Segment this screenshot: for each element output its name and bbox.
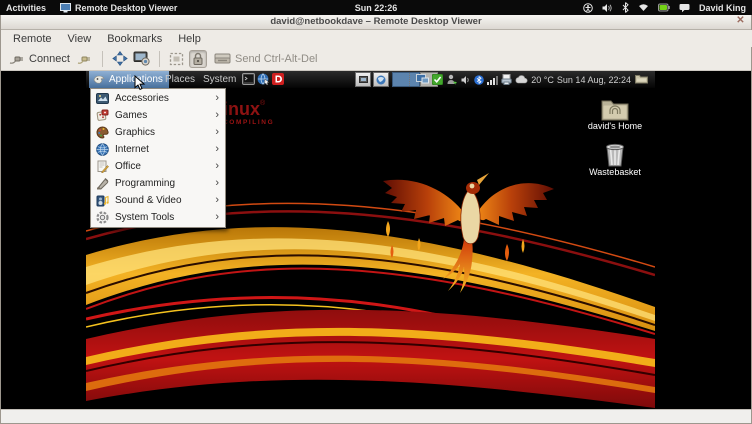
system-tools-icon <box>96 211 109 224</box>
window-toolbar: Connect Send Ctrl-Alt-Del <box>1 47 751 71</box>
updates-ok-icon[interactable] <box>432 74 443 85</box>
window-menubar: Remote View Bookmarks Help <box>1 30 752 47</box>
activities-button[interactable]: Activities <box>2 0 50 15</box>
logo-text: inux <box>223 99 260 119</box>
programming-icon <box>96 177 109 190</box>
send-ctrl-alt-del-label: Send Ctrl-Alt-Del <box>235 53 318 65</box>
shell-top-bar: Activities Remote Desktop Viewer Sun 22:… <box>0 0 752 15</box>
submenu-arrow-icon: › <box>215 161 219 172</box>
show-desktop-button[interactable] <box>355 72 371 87</box>
wastebasket-icon-label: Wastebasket <box>577 167 653 177</box>
bluetooth-icon[interactable] <box>622 2 629 13</box>
menu-item-accessories[interactable]: Accessories › <box>92 90 224 107</box>
globe-applet-icon <box>376 75 386 85</box>
send-ctrl-alt-del-button[interactable]: Send Ctrl-Alt-Del <box>212 51 320 66</box>
close-button[interactable]: ✕ <box>734 15 747 27</box>
menu-item-games[interactable]: Games › <box>92 107 224 124</box>
disconnect-icon[interactable] <box>77 52 93 66</box>
menu-help[interactable]: Help <box>170 32 209 46</box>
submenu-arrow-icon: › <box>215 93 219 104</box>
globe-applet-button[interactable] <box>373 72 389 87</box>
shell-system-area: David King <box>579 0 750 15</box>
accessories-icon <box>96 92 109 105</box>
tray-separator <box>409 73 413 86</box>
connect-label: Connect <box>29 53 70 65</box>
home-folder-icon <box>577 97 653 121</box>
menu-item-office[interactable]: Office › <box>92 158 224 175</box>
remote-screen[interactable]: inux® COMPILING Applications Places Syst… <box>86 71 655 409</box>
window-titlebar[interactable]: david@netbookdave – Remote Desktop Viewe… <box>1 15 751 30</box>
folder-applet-icon[interactable] <box>635 73 648 84</box>
connect-button[interactable]: Connect <box>7 51 72 67</box>
logo-subtext: COMPILING <box>223 120 274 127</box>
menu-bookmarks[interactable]: Bookmarks <box>99 32 170 46</box>
distro-icon <box>93 74 105 85</box>
window-title: david@netbookdave – Remote Desktop Viewe… <box>1 16 751 27</box>
applications-menu: Accessories › Games › Graphics › Interne… <box>90 88 226 228</box>
menu-item-internet[interactable]: Internet › <box>92 141 224 158</box>
readonly-toggle-button[interactable] <box>189 50 207 68</box>
desktop-icon-wastebasket[interactable]: Wastebasket <box>577 143 653 177</box>
toolbar-separator <box>159 51 160 67</box>
scaling-icon[interactable] <box>169 52 184 66</box>
submenu-arrow-icon: › <box>215 195 219 206</box>
wastebasket-icon <box>577 143 653 167</box>
panel-clock[interactable]: Sun 14 Aug, 22:24 <box>557 75 631 85</box>
desktop-icon-home[interactable]: david's Home <box>577 97 653 131</box>
window-statusbar <box>1 409 751 423</box>
remote-top-panel: Applications Places System <box>86 71 655 88</box>
volume-icon[interactable] <box>461 75 471 85</box>
graphics-icon <box>96 126 109 139</box>
home-icon-label: david's Home <box>577 121 653 131</box>
submenu-arrow-icon: › <box>215 110 219 121</box>
connect-icon <box>9 52 25 66</box>
submenu-arrow-icon: › <box>215 212 219 223</box>
fullscreen-icon[interactable] <box>112 51 128 66</box>
mouse-cursor <box>134 75 146 91</box>
menu-item-graphics[interactable]: Graphics › <box>92 124 224 141</box>
remote-screens-icon[interactable] <box>416 74 429 85</box>
accessibility-icon[interactable] <box>583 3 593 13</box>
d-launcher-icon[interactable] <box>272 73 284 85</box>
app-window-icon <box>60 2 71 13</box>
show-desktop-icon <box>359 76 368 84</box>
wifi-icon[interactable] <box>638 3 649 12</box>
volume-icon[interactable] <box>602 3 613 13</box>
user-menu[interactable]: David King <box>699 3 746 13</box>
remote-viewport: inux® COMPILING Applications Places Syst… <box>1 71 751 409</box>
bluetooth-icon[interactable] <box>474 75 484 85</box>
weather-cloud-icon[interactable] <box>515 75 528 84</box>
readonly-lock-icon <box>192 52 204 66</box>
shell-clock[interactable]: Sun 22:26 <box>351 0 402 15</box>
submenu-arrow-icon: › <box>215 178 219 189</box>
places-menu-button[interactable]: Places <box>165 71 195 88</box>
battery-icon[interactable] <box>658 3 670 12</box>
menu-item-system-tools[interactable]: System Tools › <box>92 209 224 226</box>
menu-view[interactable]: View <box>60 32 100 46</box>
applications-menu-button[interactable]: Applications <box>89 71 169 88</box>
system-menu-button[interactable]: System <box>203 71 236 88</box>
internet-icon <box>96 143 109 156</box>
submenu-arrow-icon: › <box>215 127 219 138</box>
signal-icon[interactable] <box>487 75 498 85</box>
shell-app-menu[interactable]: Remote Desktop Viewer <box>56 0 181 15</box>
browser-launcher-icon[interactable] <box>257 73 270 85</box>
menu-item-sound-video[interactable]: Sound & Video › <box>92 192 224 209</box>
sound-video-icon <box>96 194 109 207</box>
toolbar-separator <box>102 51 103 67</box>
screenshot-icon[interactable] <box>133 51 150 66</box>
games-icon <box>96 109 109 122</box>
chat-icon[interactable] <box>679 3 690 13</box>
menu-remote[interactable]: Remote <box>5 32 60 46</box>
wallpaper-logo: inux® COMPILING <box>223 100 274 127</box>
terminal-launcher-icon[interactable] <box>242 73 255 85</box>
submenu-arrow-icon: › <box>215 144 219 155</box>
office-icon <box>96 160 109 173</box>
keyboard-icon <box>214 52 231 65</box>
printer-icon[interactable] <box>501 74 512 85</box>
user-status-icon[interactable] <box>446 74 458 85</box>
notification-tray: 20 °C Sun 14 Aug, 22:24 <box>409 71 631 88</box>
menu-item-programming[interactable]: Programming › <box>92 175 224 192</box>
temperature-label[interactable]: 20 °C <box>531 75 554 85</box>
